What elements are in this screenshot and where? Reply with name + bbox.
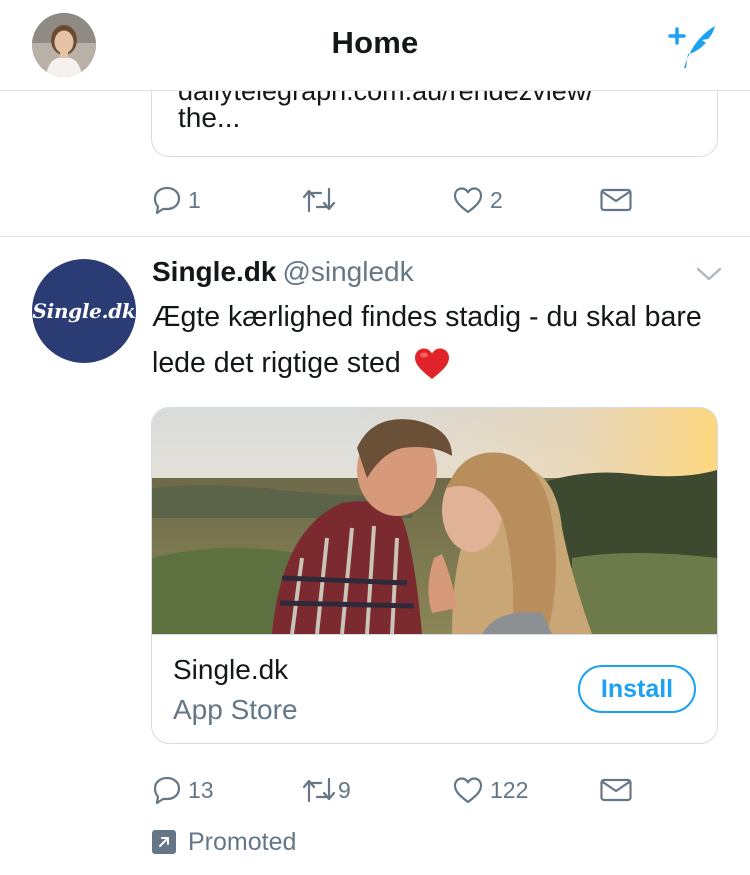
reply-icon [153, 776, 181, 805]
red-heart-emoji-icon [414, 348, 449, 380]
tweet-author[interactable]: Single.dk @singledk [152, 256, 414, 288]
like-heart-icon [453, 187, 483, 214]
card-photo-couple-kissing [152, 408, 717, 635]
like-count: 122 [490, 776, 529, 803]
compose-tweet-icon [668, 26, 715, 68]
top-navigation-bar: Home [0, 0, 750, 91]
author-handle: @singledk [282, 256, 414, 287]
reply-icon [153, 186, 181, 215]
like-button[interactable]: 2 [452, 180, 503, 220]
retweet-button[interactable]: 9 [302, 770, 351, 810]
chevron-down-icon [696, 267, 722, 281]
brand-avatar[interactable]: Single.dk [32, 259, 136, 363]
retweet-count: 9 [338, 776, 351, 803]
card-app-store: App Store [173, 694, 298, 725]
direct-message-button[interactable] [599, 770, 633, 810]
tweet-options-button[interactable] [694, 262, 724, 286]
tweet-actions-bar: 13 9 122 [0, 770, 750, 810]
author-name: Single.dk [152, 256, 277, 287]
promoted-arrow-icon [152, 830, 176, 854]
app-install-card[interactable]: Single.dk App Store Install [151, 407, 718, 744]
retweet-icon [302, 777, 336, 803]
direct-message-button[interactable] [599, 180, 633, 220]
envelope-icon [600, 778, 632, 802]
tweet-divider [0, 236, 750, 237]
tweet-actions-bar: 1 2 [0, 180, 750, 220]
promoted-label[interactable]: Promoted [152, 826, 296, 858]
like-heart-icon [453, 777, 483, 804]
card-app-name: Single.dk [173, 654, 289, 685]
like-button[interactable]: 122 [452, 770, 528, 810]
retweet-icon [302, 187, 336, 213]
reply-count: 1 [188, 186, 201, 213]
install-button[interactable]: Install [578, 665, 696, 713]
reply-button[interactable]: 1 [152, 180, 201, 220]
brand-avatar-logo-text: Single.dk [32, 299, 136, 323]
envelope-icon [600, 188, 632, 212]
retweet-button[interactable] [302, 180, 336, 220]
reply-button[interactable]: 13 [152, 770, 214, 810]
compose-tweet-button[interactable] [666, 22, 718, 70]
tweet-text: Ægte kærlighed findes stadig - du skal b… [152, 294, 712, 386]
promoted-text: Promoted [188, 827, 297, 856]
page-title: Home [331, 25, 419, 60]
like-count: 2 [490, 186, 503, 213]
reply-count: 13 [188, 776, 214, 803]
card-truncated-text: the... [178, 102, 241, 133]
